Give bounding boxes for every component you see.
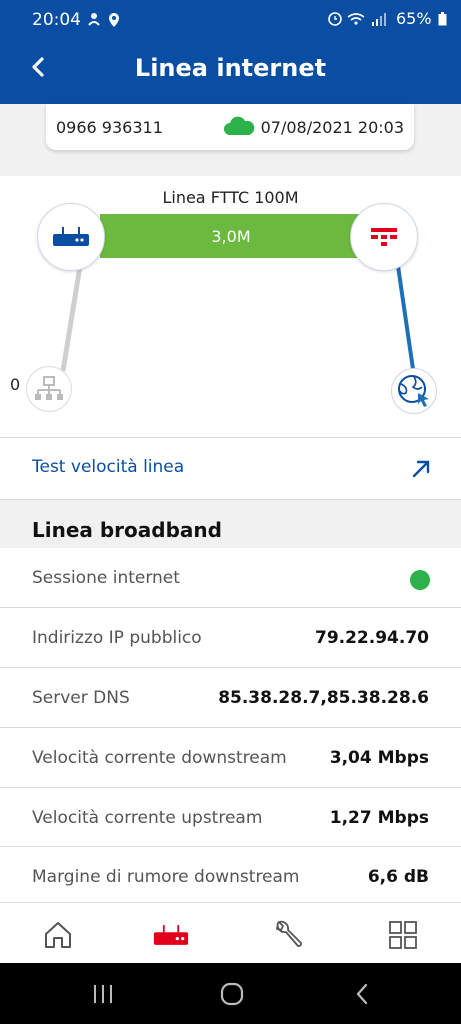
row-value: 79.22.94.70 [314,628,429,648]
info-row-internet-session: Sessione internet [0,548,461,607]
line-info-card: 0966 936311 07/08/2021 20:03 [46,104,414,150]
network-icon [35,376,63,400]
info-row-downstream-speed: Velocità corrente downstream 3,04 Mbps [0,728,461,787]
broadband-section-header: Linea broadband [0,500,461,548]
app-header: 20:04 65% Linea internet [0,0,461,104]
router-icon [53,227,89,246]
info-row-noise-margin: Margine di rumore downstream 6,6 dB [0,847,461,902]
row-value: 1,27 Mbps [329,808,429,828]
tim-logo-icon [371,228,397,246]
info-row-upstream-speed: Velocità corrente upstream 1,27 Mbps [0,788,461,847]
system-navigation-bar [0,963,461,1024]
cloud-status-icon [223,116,255,140]
home-button[interactable] [217,979,247,1009]
speed-test-label: Test velocità linea [32,457,185,477]
row-label: Velocità corrente downstream [32,748,287,768]
speed-test-link[interactable]: Test velocità linea [0,438,461,499]
recents-icon [94,985,112,1003]
row-label: Indirizzo IP pubblico [32,628,202,648]
globe-cursor-icon [398,375,429,407]
row-value: 6,6 dB [367,867,429,887]
system-back-button[interactable] [347,979,377,1009]
signal-wifi-alarm-icon [328,11,386,26]
nav-home[interactable] [40,917,76,953]
nav-tools[interactable] [270,917,306,953]
battery-level: 65% [396,9,432,28]
bottom-navigation [0,902,461,964]
battery-icon [438,11,447,25]
row-value: 3,04 Mbps [329,748,429,768]
notification-icons [88,11,124,33]
line-diagram: Linea FTTC 100M 3,0M 0 [0,176,461,438]
row-label: Server DNS [32,688,130,708]
home-icon [45,922,71,948]
operator-node[interactable] [350,203,418,271]
row-value: 85.38.28.7,85.38.28.6 [218,688,429,708]
router-icon [153,925,189,945]
wrench-icon [276,920,302,947]
router-node[interactable] [37,203,105,271]
row-label: Sessione internet [32,568,180,588]
broadband-title: Linea broadband [32,518,222,542]
nav-menu[interactable] [385,917,421,953]
lan-node[interactable] [26,366,72,412]
line-phone-number: 0966 936311 [56,118,163,137]
status-indicators: 65% [328,9,447,28]
row-label: Margine di rumore downstream [32,867,300,887]
info-row-public-ip: Indirizzo IP pubblico 79.22.94.70 [0,608,461,667]
lan-device-count: 0 [10,375,21,394]
home-circle-icon [220,982,244,1006]
arrow-up-right-icon [412,460,430,478]
row-label: Velocità corrente upstream [32,808,263,828]
status-time: 20:04 [32,10,81,30]
session-status-dot [410,570,430,590]
back-chevron-icon [356,983,368,1005]
internet-node[interactable] [391,368,437,414]
last-update-date: 07/08/2021 20:03 [260,118,404,137]
recents-button[interactable] [88,979,118,1009]
grid-icon [389,921,417,949]
page-title: Linea internet [134,54,327,82]
nav-router[interactable] [153,917,189,953]
info-row-dns-server: Server DNS 85.38.28.7,85.38.28.6 [0,668,461,727]
